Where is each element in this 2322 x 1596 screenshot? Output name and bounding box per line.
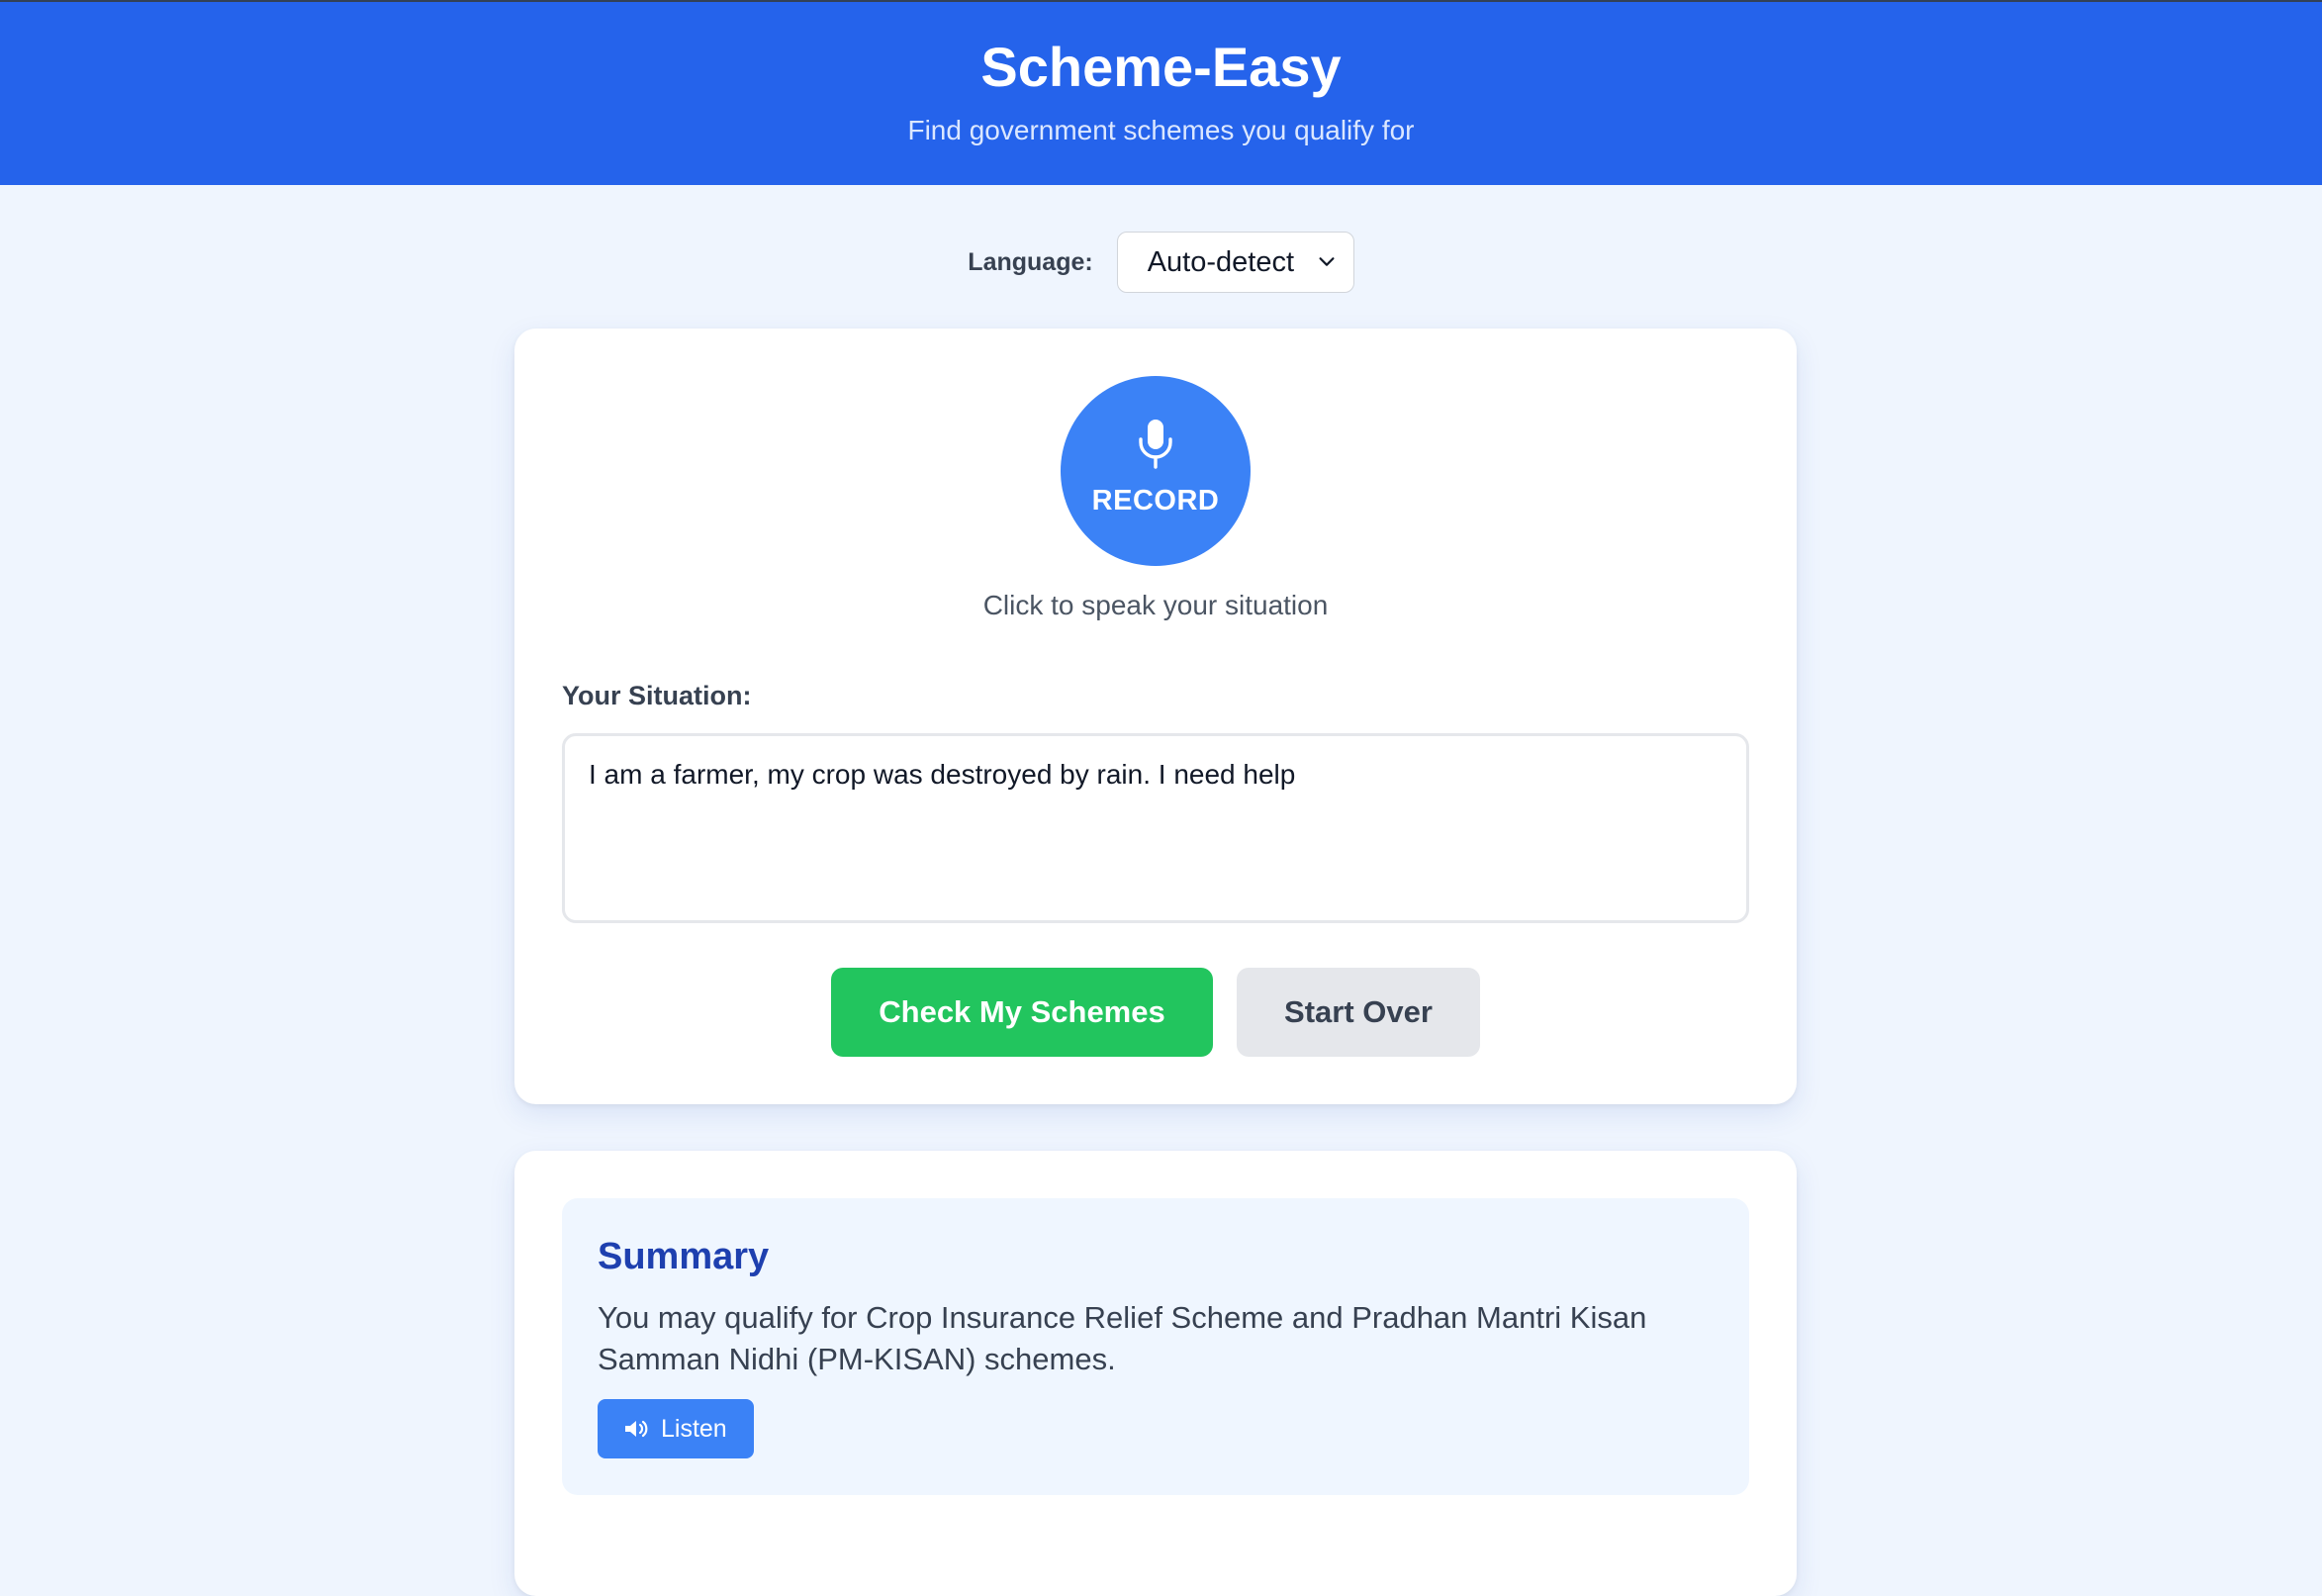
app-header: Scheme-Easy Find government schemes you …: [0, 0, 2322, 185]
summary-panel: Summary You may qualify for Crop Insuran…: [562, 1198, 1749, 1495]
check-schemes-button[interactable]: Check My Schemes: [831, 968, 1213, 1057]
speaker-icon: [625, 1420, 648, 1438]
record-label: RECORD: [1091, 485, 1220, 516]
listen-button[interactable]: Listen: [598, 1399, 754, 1458]
app-title: Scheme-Easy: [980, 36, 1342, 98]
input-card: RECORD Click to speak your situation You…: [514, 329, 1797, 1104]
chevron-down-icon: [1319, 257, 1335, 266]
action-buttons: Check My Schemes Start Over: [514, 968, 1797, 1057]
results-card: Summary You may qualify for Crop Insuran…: [514, 1151, 1797, 1596]
listen-label: Listen: [661, 1414, 727, 1443]
app-subtitle: Find government schemes you qualify for: [907, 115, 1415, 145]
language-select[interactable]: Auto-detect: [1116, 232, 1354, 293]
record-hint: Click to speak your situation: [982, 590, 1329, 620]
situation-input[interactable]: I am a farmer, my crop was destroyed by …: [562, 733, 1749, 923]
summary-title: Summary: [598, 1236, 770, 1277]
summary-text: You may qualify for Crop Insurance Relie…: [598, 1300, 1647, 1376]
situation-label: Your Situation:: [562, 681, 752, 710]
language-selected-value: Auto-detect: [1147, 245, 1295, 278]
start-over-button[interactable]: Start Over: [1237, 968, 1480, 1057]
language-label: Language:: [968, 247, 1093, 276]
microphone-icon: [1139, 420, 1172, 469]
language-selector-row: Language: Auto-detect: [0, 232, 2322, 293]
record-button[interactable]: RECORD: [1061, 376, 1251, 566]
